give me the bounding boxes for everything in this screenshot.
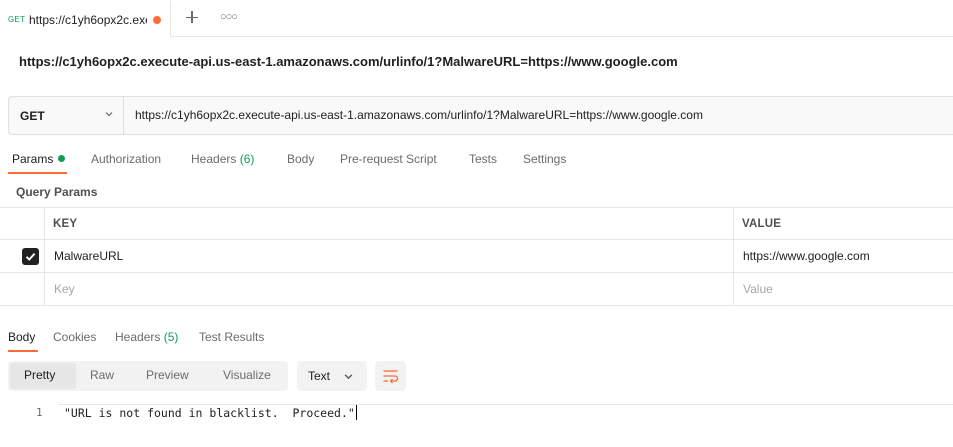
tab-params-label: Params	[12, 152, 54, 166]
tab-authorization[interactable]: Authorization	[91, 152, 161, 166]
format-select[interactable]: Text	[297, 361, 367, 391]
response-tab-headers-count: (5)	[163, 330, 179, 344]
response-tabs: Body Cookies Headers (5) Test Results	[0, 326, 953, 354]
ellipsis-icon[interactable]: ○○○	[220, 11, 238, 23]
response-line: "URL is not found in blacklist. Proceed.…	[64, 405, 358, 420]
tab-tests[interactable]: Tests	[469, 152, 497, 166]
view-raw-button[interactable]: Raw	[90, 368, 114, 382]
table-row: MalwareURL https://www.google.com	[0, 240, 953, 273]
format-label: Text	[308, 369, 331, 383]
text-cursor	[355, 405, 358, 420]
response-tab-cookies[interactable]: Cookies	[53, 330, 96, 344]
tab-title: https://c1yh6opx2c.execute-api.us-east-1…	[29, 13, 147, 27]
tab-headers-count: (6)	[239, 152, 255, 166]
wrap-lines-icon	[383, 370, 399, 384]
table-header-row: KEY VALUE	[0, 207, 953, 240]
key-column-header: KEY	[53, 218, 78, 230]
response-tab-body[interactable]: Body	[8, 330, 35, 344]
table-row-empty: Key Value	[0, 273, 953, 306]
value-column-header: VALUE	[742, 218, 782, 230]
unsaved-indicator	[153, 16, 161, 24]
wrap-lines-button[interactable]	[375, 361, 406, 391]
check-icon	[25, 252, 36, 261]
param-key[interactable]: MalwareURL	[54, 249, 123, 263]
query-params-title: Query Params	[16, 185, 98, 199]
response-view-switcher: Pretty Raw Preview Visualize	[8, 361, 288, 391]
tab-headers[interactable]: Headers (6)	[191, 152, 254, 166]
view-preview-button[interactable]: Preview	[146, 368, 189, 382]
tab-bar: GET https://c1yh6opx2c.execute-api.us-ea…	[0, 0, 953, 37]
method-label: GET	[20, 109, 45, 123]
response-tab-test-results[interactable]: Test Results	[199, 330, 264, 344]
tab-body[interactable]: Body	[287, 152, 314, 166]
chevron-down-icon	[105, 112, 113, 117]
url-input[interactable]: https://c1yh6opx2c.execute-api.us-east-1…	[135, 108, 703, 122]
key-input-placeholder[interactable]: Key	[54, 282, 75, 296]
column-divider	[733, 207, 734, 306]
tab-method-label: GET	[8, 15, 26, 24]
response-tab-headers[interactable]: Headers (5)	[115, 330, 178, 344]
response-text: "URL is not found in blacklist. Proceed.…	[64, 406, 355, 420]
line-number: 1	[36, 406, 43, 419]
method-select[interactable]: GET	[9, 97, 124, 134]
column-divider	[44, 207, 45, 306]
view-pretty-button[interactable]: Pretty	[24, 368, 55, 382]
request-name[interactable]: https://c1yh6opx2c.execute-api.us-east-1…	[19, 54, 678, 69]
value-input-placeholder[interactable]: Value	[743, 282, 773, 296]
chevron-down-icon	[344, 374, 353, 380]
view-visualize-button[interactable]: Visualize	[223, 368, 271, 382]
request-tab[interactable]: GET https://c1yh6opx2c.execute-api.us-ea…	[0, 0, 171, 37]
param-enabled-checkbox[interactable]	[22, 248, 39, 265]
url-bar: GET https://c1yh6opx2c.execute-api.us-ea…	[8, 96, 953, 135]
tab-settings[interactable]: Settings	[523, 152, 566, 166]
plus-icon[interactable]	[183, 8, 201, 26]
tab-headers-label: Headers	[191, 152, 237, 166]
request-tabs: Params Authorization Headers (6) Body Pr…	[0, 148, 953, 176]
tab-params[interactable]: Params	[12, 152, 66, 166]
param-value[interactable]: https://www.google.com	[743, 249, 870, 263]
active-tab-underline	[8, 172, 67, 174]
response-body-editor[interactable]: 1 "URL is not found in blacklist. Procee…	[0, 401, 953, 422]
tab-prerequest-script[interactable]: Pre-request Script	[340, 152, 437, 166]
params-active-dot	[58, 155, 66, 162]
response-tab-headers-label: Headers	[115, 330, 161, 344]
active-response-tab-underline	[8, 350, 38, 352]
